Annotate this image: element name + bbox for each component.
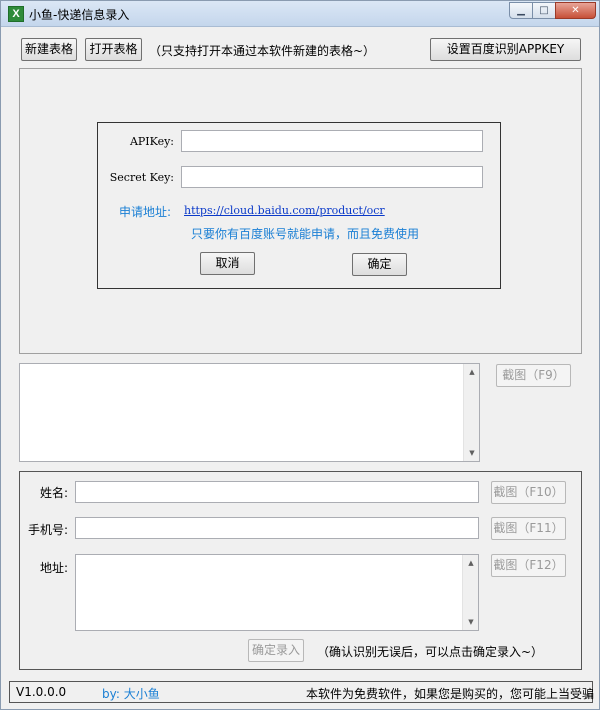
status-bar: V1.0.0.0 by: 大小鱼 本软件为免费软件，如果您是购买的，您可能上当受… (9, 681, 595, 703)
excel-app-icon: X (8, 6, 24, 22)
close-button[interactable]: ✕ (555, 2, 596, 19)
scroll-down-arrow-icon[interactable]: ▼ (463, 614, 479, 630)
ocr-scrollbar[interactable]: ▲ ▼ (463, 364, 479, 461)
apply-url-link[interactable]: https://cloud.baidu.com/product/ocr (184, 204, 385, 217)
entry-form-group: 姓名: 截图（F10） 手机号: 截图（F11） 地址: ▲ ▼ 截图（F12）… (19, 471, 582, 670)
author-text: by: 大小鱼 (102, 687, 160, 701)
api-key-dialog: APIKey: Secret Key: 申请地址: https://cloud.… (97, 122, 501, 289)
ocr-result-textarea[interactable]: ▲ ▼ (19, 363, 480, 462)
apikey-input[interactable] (181, 130, 483, 152)
free-software-notice: 本软件为免费软件，如果您是购买的，您可能上当受骗 (306, 687, 595, 701)
new-table-button[interactable]: 新建表格 (21, 38, 77, 61)
cancel-button[interactable]: 取消 (200, 252, 255, 275)
secret-key-label: Secret Key: (109, 171, 174, 184)
minimize-button[interactable]: ▁ (509, 2, 533, 19)
apikey-label: APIKey: (129, 135, 174, 148)
screenshot-f10-button[interactable]: 截图（F10） (491, 481, 566, 504)
phone-label: 手机号: (27, 523, 68, 537)
secret-key-input[interactable] (181, 166, 483, 188)
title-bar[interactable]: X 小鱼-快递信息录入 ▁ □ ✕ (1, 1, 599, 27)
confirm-entry-button[interactable]: 确定录入 (248, 639, 304, 662)
screenshot-f11-button[interactable]: 截图（F11） (491, 517, 566, 540)
confirm-button[interactable]: 确定 (352, 253, 407, 276)
address-scrollbar[interactable]: ▲ ▼ (462, 555, 478, 630)
confirm-entry-hint: （确认识别无误后，可以点击确定录入~） (317, 645, 544, 659)
apply-note: 只要你有百度账号就能申请，而且免费使用 (191, 227, 420, 241)
scroll-up-arrow-icon[interactable]: ▲ (463, 555, 479, 571)
phone-input[interactable] (75, 517, 479, 539)
name-label: 姓名: (39, 486, 68, 500)
open-table-hint: （只支持打开本通过本软件新建的表格~） (149, 44, 376, 58)
name-input[interactable] (75, 481, 479, 503)
maximize-button[interactable]: □ (532, 2, 556, 19)
address-textarea[interactable]: ▲ ▼ (75, 554, 479, 631)
window-title: 小鱼-快递信息录入 (29, 8, 130, 22)
app-window: X 小鱼-快递信息录入 ▁ □ ✕ 新建表格 打开表格 （只支持打开本通过本软件… (0, 0, 600, 710)
apply-address-label: 申请地址: (119, 205, 172, 219)
scroll-down-arrow-icon[interactable]: ▼ (464, 445, 480, 461)
open-table-button[interactable]: 打开表格 (85, 38, 142, 61)
scroll-up-arrow-icon[interactable]: ▲ (464, 364, 480, 380)
screenshot-f12-button[interactable]: 截图（F12） (491, 554, 566, 577)
set-apikey-button[interactable]: 设置百度识别APPKEY (430, 38, 581, 61)
address-label: 地址: (39, 561, 68, 575)
screenshot-f9-button[interactable]: 截图（F9） (496, 364, 571, 387)
version-text: V1.0.0.0 (16, 685, 67, 699)
